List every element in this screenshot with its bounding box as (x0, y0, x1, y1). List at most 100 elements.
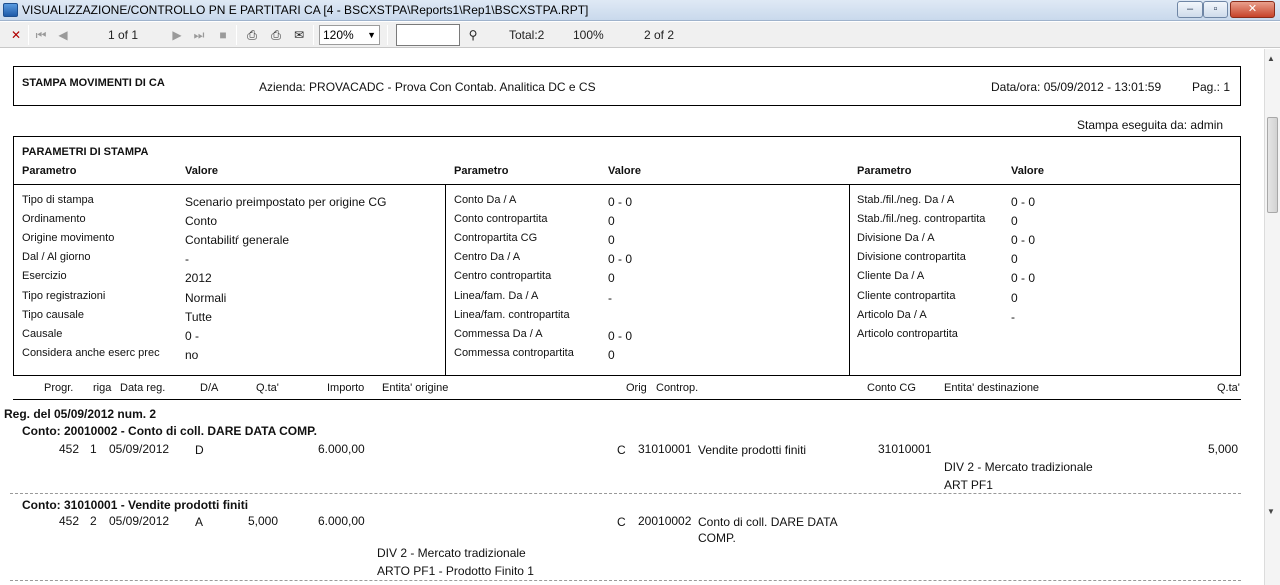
first-page-icon[interactable]: ⏮ (33, 26, 49, 44)
close-window-button[interactable]: ✕ (1230, 1, 1275, 18)
print-icon[interactable]: ⎙ (244, 26, 260, 44)
param-value: 0 (608, 214, 615, 228)
account-header: Conto: 31010001 - Vendite prodotti finit… (22, 498, 249, 512)
app-icon (3, 3, 18, 17)
binoculars-icon[interactable]: ⚲ (465, 26, 481, 44)
row-progr: 452 (59, 514, 80, 528)
export-icon[interactable]: ✉ (291, 26, 307, 44)
param-label: Cliente contropartita (857, 290, 956, 302)
param-label: Causale (22, 328, 63, 340)
row-controp-code: 31010001 (638, 442, 692, 456)
param-label: Tipo di stampa (22, 194, 94, 206)
params-col3-header-param: Parametro (857, 165, 912, 177)
row-date: 05/09/2012 (109, 442, 170, 456)
param-label: Dal / Al giorno (22, 251, 91, 263)
row-controp-desc: Conto di coll. DARE DATA (698, 515, 838, 529)
row-controp-code: 20010002 (638, 514, 692, 528)
param-value: 0 - (185, 329, 200, 343)
maximize-button[interactable]: ▫ (1203, 1, 1228, 18)
row-da: D (195, 443, 204, 457)
col-da: D/A (200, 382, 219, 394)
param-label: Linea/fam. Da / A (454, 290, 539, 302)
report-toolbar: ✕ ⏮ ◀ 1 of 1 ▶ ⏭ ■ ⎙ ⎙ ✉ 120% ▼ ⚲ Total:2… (0, 22, 1280, 48)
records-label: 2 of 2 (644, 28, 675, 42)
param-value: 2012 (185, 271, 212, 285)
row-orig: C (617, 515, 626, 529)
row-progr: 452 (59, 442, 80, 456)
prev-page-icon[interactable]: ◀ (55, 26, 71, 44)
total-label: Total:2 (509, 28, 545, 42)
param-label: Centro contropartita (454, 270, 552, 282)
account-header: Conto: 20010002 - Conto di coll. DARE DA… (22, 424, 317, 438)
param-value: no (185, 348, 199, 362)
param-value: 0 (608, 271, 615, 285)
company-label: Azienda: PROVACADC - Prova Con Contab. A… (259, 80, 596, 94)
dest-line: ART PF1 (944, 478, 993, 492)
param-label: Origine movimento (22, 232, 115, 244)
param-value: 0 (608, 348, 615, 362)
param-label: Articolo Da / A (857, 309, 927, 321)
param-value: Conto (185, 214, 218, 228)
params-col3-header-value: Valore (1011, 165, 1045, 177)
param-value: Scenario preimpostato per origine CG (185, 195, 387, 209)
col-entita-dest: Entita' destinazione (944, 382, 1040, 394)
param-label: Contropartita CG (454, 232, 538, 244)
row-importo: 6.000,00 (318, 514, 365, 528)
row-date: 05/09/2012 (109, 514, 170, 528)
row-qta: 5,000 (248, 514, 279, 528)
search-input[interactable] (396, 24, 460, 46)
col-progr: Progr. (44, 382, 74, 394)
window-title: VISUALIZZAZIONE/CONTROLLO PN E PARTITARI… (22, 3, 589, 17)
param-value: 0 - 0 (608, 195, 633, 209)
zoom-select[interactable]: 120% ▼ (319, 25, 380, 45)
row-riga: 2 (90, 514, 97, 528)
param-label: Stab./fil./neg. Da / A (857, 194, 955, 206)
stop-icon[interactable]: ■ (215, 26, 231, 44)
param-value: 0 (608, 233, 615, 247)
row-qta2: 5,000 (1208, 442, 1239, 456)
last-page-icon[interactable]: ⏭ (191, 26, 207, 44)
col-entita-origine: Entita' origine (382, 382, 449, 394)
param-value: Normali (185, 291, 227, 305)
param-label: Commessa Da / A (454, 328, 543, 340)
scroll-down-icon[interactable]: ▼ (1267, 507, 1275, 516)
col-qta: Q.ta' (256, 382, 279, 394)
scroll-thumb[interactable] (1267, 117, 1278, 213)
close-report-icon[interactable]: ✕ (8, 26, 24, 44)
param-value: Contabilitŕ generale (185, 233, 290, 247)
datetime-label: Data/ora: 05/09/2012 - 13:01:59 (991, 80, 1162, 94)
param-label: Articolo contropartita (857, 328, 958, 340)
param-value: - (1011, 310, 1015, 324)
param-label: Conto contropartita (454, 213, 548, 225)
col-conto-cg: Conto CG (867, 382, 916, 394)
param-value: Tutte (185, 310, 212, 324)
col-importo: Importo (327, 382, 365, 394)
row-riga: 1 (90, 442, 97, 456)
origin-line: DIV 2 - Mercato tradizionale (377, 546, 526, 560)
param-label: Tipo registrazioni (22, 290, 106, 302)
next-page-icon[interactable]: ▶ (169, 26, 185, 44)
param-value: 0 - 0 (608, 252, 633, 266)
param-value: - (185, 252, 189, 266)
col-qta2: Q.ta' (1217, 382, 1240, 394)
zoom-value: 120% (323, 28, 354, 42)
registration-title: Reg. del 05/09/2012 num. 2 (4, 407, 157, 421)
scroll-up-icon[interactable]: ▲ (1267, 54, 1275, 63)
param-label: Esercizio (22, 270, 67, 282)
param-value: 0 (1011, 252, 1018, 266)
param-label: Divisione Da / A (857, 232, 935, 244)
minimize-button[interactable]: – (1177, 1, 1203, 18)
print-setup-icon[interactable]: ⎙ (268, 26, 284, 44)
col-riga: riga (93, 382, 112, 394)
vertical-scrollbar[interactable]: ▲ ▼ (1264, 49, 1280, 585)
param-label: Considera anche eserc prec (22, 347, 160, 359)
row-da: A (195, 515, 204, 529)
executed-by-label: Stampa eseguita da: admin (1077, 118, 1224, 132)
param-label: Linea/fam. contropartita (454, 309, 570, 321)
param-label: Cliente Da / A (857, 270, 925, 282)
origin-line: ARTO PF1 - Prodotto Finito 1 (377, 564, 534, 578)
col-orig: Orig (626, 382, 647, 394)
percent-label: 100% (573, 28, 604, 42)
param-label: Tipo causale (22, 309, 84, 321)
param-label: Commessa contropartita (454, 347, 574, 359)
